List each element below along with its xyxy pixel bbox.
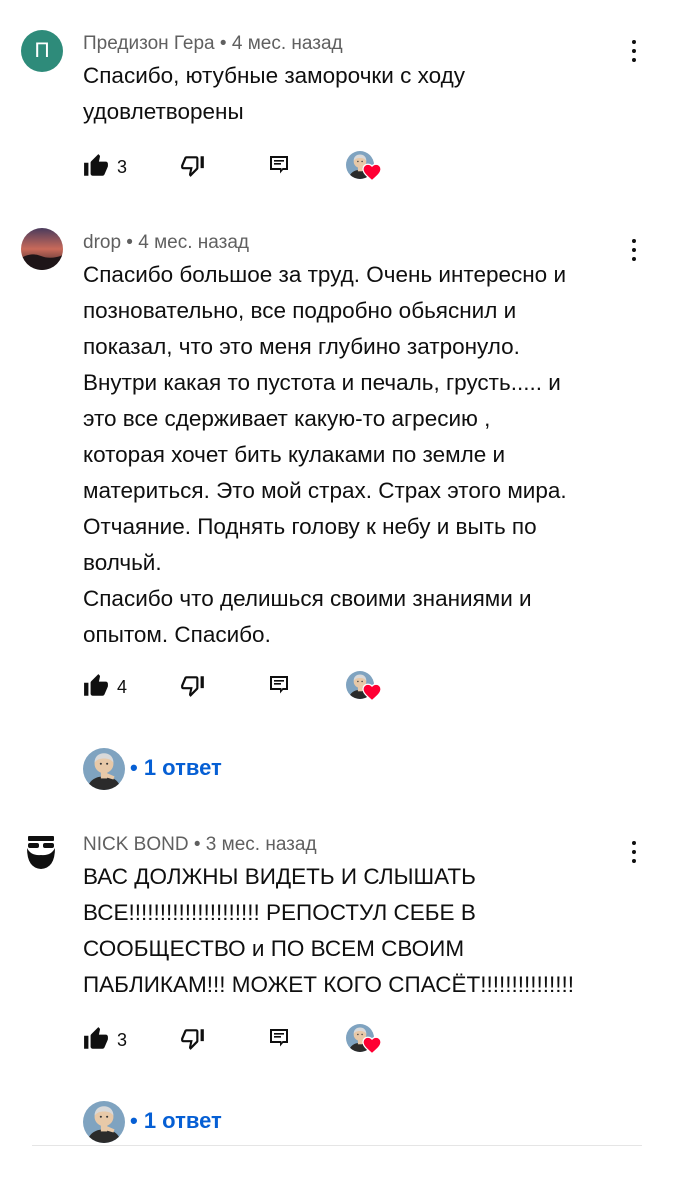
comment-line: волчьй. <box>83 550 162 575</box>
author-name[interactable]: drop <box>83 232 121 253</box>
like-icon <box>83 153 109 179</box>
reply-icon <box>267 1026 291 1050</box>
comment-actions: 4 <box>83 673 483 713</box>
comment-time: 4 мес. назад <box>138 232 249 253</box>
like-button[interactable]: 3 <box>83 153 127 184</box>
comment-meta: drop • 4 мес. назад <box>83 232 249 254</box>
like-button[interactable]: 3 <box>83 1026 127 1057</box>
comment-line: СООБЩЕСТВО и ПО ВСЕМ СВОИМ <box>83 936 465 961</box>
comment-meta: NICK BOND • 3 мес. назад <box>83 834 317 856</box>
creator-reply-avatar <box>83 748 125 790</box>
reply-button[interactable] <box>267 1026 291 1055</box>
like-icon <box>83 673 109 699</box>
comment-line: Спасибо, ютубные заморочки с ходу <box>83 63 465 88</box>
comment-line: материться. Это мой страх. Страх этого м… <box>83 478 567 503</box>
heart-icon <box>362 1036 382 1054</box>
comment-line: это все сдерживает какую-то агресию , <box>83 406 491 431</box>
author-name[interactable]: NICK BOND <box>83 834 189 855</box>
comment-text: Спасибо большое за труд. Очень интересно… <box>83 257 643 653</box>
meta-separator: • <box>214 33 232 54</box>
replies-label: • 1 ответ <box>130 1108 222 1134</box>
letter-avatar-icon[interactable]: П <box>21 30 63 72</box>
like-count: 3 <box>117 1030 128 1050</box>
comment-meta: Предизон Гера • 4 мес. назад <box>83 33 343 55</box>
creator-reply-avatar <box>83 1101 125 1143</box>
comment-line: показал, что это меня глубино затронуло. <box>83 334 520 359</box>
replies-toggle[interactable]: • 1 ответ <box>83 748 383 792</box>
reply-icon <box>267 673 291 697</box>
author-name[interactable]: Предизон Гера <box>83 33 215 54</box>
like-icon <box>83 1026 109 1052</box>
comment-text: ВАС ДОЛЖНЫ ВИДЕТЬ И СЛЫШАТЬ ВСЕ!!!!!!!!!… <box>83 859 643 1003</box>
sunset-avatar-icon[interactable] <box>21 228 63 270</box>
reply-bullet: • <box>130 1108 144 1133</box>
comment-actions: 3 <box>83 1026 483 1066</box>
comment-line: Отчаяние. Поднять голову к небу и выть п… <box>83 514 537 539</box>
comment-line: Спасибо что делишься своими знаниями и <box>83 586 532 611</box>
comment-line: ВСЕ!!!!!!!!!!!!!!!!!!!!! РЕПОСТУЛ СЕБЕ В <box>83 900 476 925</box>
beard-avatar-icon[interactable] <box>23 834 59 870</box>
comment-line: Внутри какая то пустота и печаль, грусть… <box>83 370 561 395</box>
comment-text: Спасибо, ютубные заморочки с ходу удовле… <box>83 58 643 130</box>
comment-time: 4 мес. назад <box>231 33 343 54</box>
comment-line: Спасибо большое за труд. Очень интересно… <box>83 262 567 287</box>
reply-count: 1 ответ <box>143 755 222 780</box>
comment-line: ПАБЛИКАМ!!! МОЖЕТ КОГО СПАСЁТ!!!!!!!!!!!… <box>83 972 575 997</box>
dislike-icon <box>180 153 206 179</box>
comment-line: опытом. Спасибо. <box>83 622 271 647</box>
comment-line: позновательно, все подробно обьяснил и <box>83 298 517 323</box>
comment-actions: 3 <box>83 153 483 193</box>
replies-label: • 1 ответ <box>130 755 222 781</box>
comment-line: ВАС ДОЛЖНЫ ВИДЕТЬ И СЛЫШАТЬ <box>83 864 476 889</box>
like-count: 3 <box>117 157 128 177</box>
reply-count: 1 ответ <box>143 1108 222 1133</box>
heart-icon <box>362 683 382 701</box>
dislike-button[interactable] <box>180 1026 206 1057</box>
dislike-icon <box>180 673 206 699</box>
dislike-icon <box>180 1026 206 1052</box>
creator-heart <box>346 1024 386 1058</box>
heart-icon <box>362 163 382 181</box>
like-count: 4 <box>117 677 128 697</box>
comment-time: 3 мес. назад <box>205 834 317 855</box>
dislike-button[interactable] <box>180 153 206 184</box>
creator-heart <box>346 671 386 705</box>
reply-bullet: • <box>130 755 144 780</box>
meta-separator: • <box>188 834 206 855</box>
replies-toggle[interactable]: • 1 ответ <box>83 1101 383 1145</box>
reply-icon <box>267 153 291 177</box>
like-button[interactable]: 4 <box>83 673 127 704</box>
reply-button[interactable] <box>267 673 291 702</box>
comment-line: удовлетворены <box>83 99 244 124</box>
dislike-button[interactable] <box>180 673 206 704</box>
creator-heart <box>346 151 386 185</box>
meta-separator: • <box>121 232 139 253</box>
divider <box>32 1145 642 1146</box>
comment-line: которая хочет бить кулаками по земле и <box>83 442 506 467</box>
avatar-letter: П <box>34 39 50 62</box>
reply-button[interactable] <box>267 153 291 182</box>
